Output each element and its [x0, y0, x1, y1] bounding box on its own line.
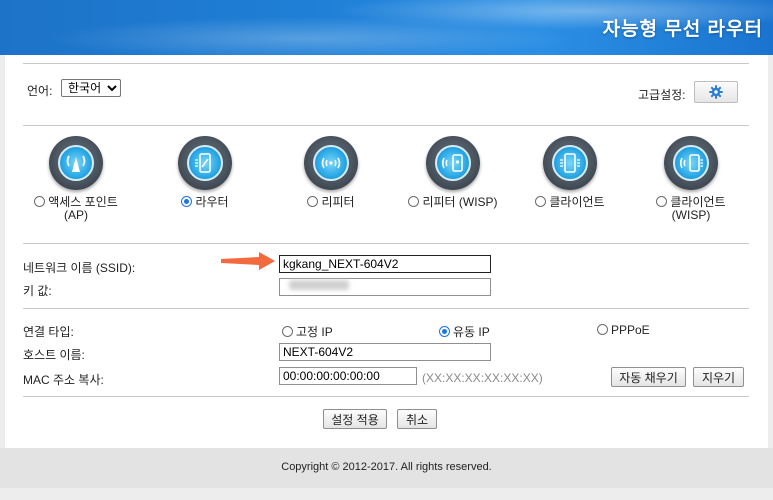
client-icon	[543, 136, 597, 190]
mode-label-repeater-wisp: 리피터 (WISP)	[422, 195, 498, 209]
router-icon	[178, 136, 232, 190]
mac-input[interactable]	[279, 367, 417, 385]
repeater-wisp-icon	[426, 136, 480, 190]
gear-icon	[709, 85, 723, 99]
mode-repeater[interactable]: 리피터	[271, 136, 391, 209]
mode-label-client-wisp: 클라이언트 (WISP)	[670, 195, 726, 222]
dynamic-ip-option[interactable]: 유동 IP	[439, 323, 490, 340]
mode-client[interactable]: 클라이언트	[510, 136, 630, 209]
pppoe-label: PPPoE	[611, 323, 650, 337]
radio-client-wisp[interactable]	[656, 196, 668, 207]
mode-repeater-wisp[interactable]: 리피터 (WISP)	[393, 136, 513, 209]
language-label: 언어:	[27, 84, 53, 98]
radio-client[interactable]	[535, 196, 547, 207]
divider	[23, 125, 749, 126]
radio-repeater[interactable]	[307, 196, 319, 207]
mode-label-ap: 액세스 포인트 (AP)	[48, 195, 118, 222]
key-value-redacted	[289, 280, 349, 290]
radio-pppoe[interactable]	[597, 324, 608, 335]
repeater-icon	[304, 136, 358, 190]
settings-panel: 언어: 한국어 고급설정: 액세스 포인트 (AP) 라우터 리피터 리피터 (…	[5, 55, 768, 448]
static-ip-option[interactable]: 고정 IP	[282, 323, 333, 340]
mode-label-repeater: 리피터	[321, 195, 355, 209]
divider	[23, 396, 749, 397]
radio-ap[interactable]	[34, 196, 46, 207]
connection-type-label: 연결 타입:	[23, 325, 74, 339]
brand-title: 자능형 무선 라우터	[602, 19, 763, 40]
radio-repeater-wisp[interactable]	[408, 196, 420, 207]
radio-dynamic-ip[interactable]	[439, 326, 450, 337]
advanced-settings-label: 고급설정:	[638, 88, 686, 102]
divider	[23, 243, 749, 244]
mode-client-wisp[interactable]: 클라이언트 (WISP)	[631, 136, 751, 222]
client-wisp-icon	[664, 136, 718, 190]
clear-button[interactable]: 지우기	[693, 367, 744, 387]
autofill-button[interactable]: 자동 채우기	[611, 367, 686, 387]
divider	[23, 308, 749, 309]
key-label: 키 값:	[23, 284, 52, 298]
access-point-icon	[49, 136, 103, 190]
mode-label-client: 클라이언트	[549, 195, 605, 209]
copyright-text: Copyright © 2012-2017. All rights reserv…	[281, 461, 492, 473]
radio-static-ip[interactable]	[282, 326, 293, 337]
hostname-label: 호스트 이름:	[23, 348, 85, 362]
mode-router[interactable]: 라우터	[145, 136, 265, 209]
ssid-input[interactable]	[279, 255, 491, 273]
language-select[interactable]: 한국어	[61, 79, 121, 97]
dynamic-ip-label: 유동 IP	[453, 325, 490, 339]
mode-access-point[interactable]: 액세스 포인트 (AP)	[16, 136, 136, 222]
ssid-label: 네트워크 이름 (SSID):	[23, 261, 136, 275]
apply-settings-button[interactable]: 설정 적용	[323, 409, 387, 429]
hostname-input[interactable]	[279, 343, 491, 361]
arrow-right-icon	[221, 252, 275, 270]
header-banner: 자능형 무선 라우터	[0, 0, 773, 55]
pppoe-option[interactable]: PPPoE	[597, 323, 650, 337]
cancel-button[interactable]: 취소	[397, 409, 437, 429]
mode-label-router: 라우터	[195, 195, 229, 209]
advanced-settings-button[interactable]	[694, 81, 738, 103]
radio-router[interactable]	[181, 196, 193, 207]
mac-clone-label: MAC 주소 복사:	[23, 373, 104, 387]
divider	[23, 63, 749, 64]
footer: Copyright © 2012-2017. All rights reserv…	[0, 448, 773, 488]
mac-format-hint: (XX:XX:XX:XX:XX:XX)	[422, 371, 543, 385]
static-ip-label: 고정 IP	[296, 325, 333, 339]
